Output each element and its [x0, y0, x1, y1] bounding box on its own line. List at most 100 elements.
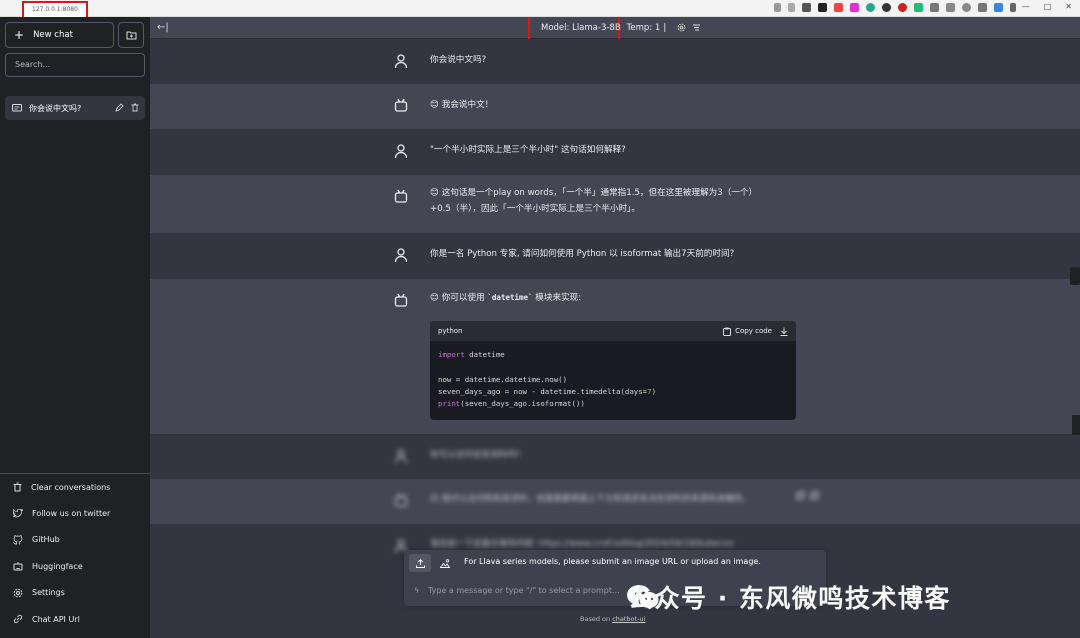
favorite-star-icon[interactable] — [788, 3, 795, 12]
search-input[interactable]: Search... — [5, 53, 145, 77]
extension-icon[interactable] — [834, 3, 843, 12]
chatbot-ui-link[interactable]: chatbot-ui — [612, 615, 645, 623]
sidebar-settings-list: Clear conversations Follow us on twitter… — [0, 473, 150, 632]
sidebar-item-clear-conversations[interactable]: Clear conversations — [0, 474, 150, 500]
code-text: ) — [651, 386, 657, 396]
close-icon[interactable]: ✕ — [1065, 2, 1072, 11]
bolt-icon[interactable]: ϟ — [414, 580, 419, 602]
scroll-handle[interactable] — [1070, 267, 1080, 285]
sidebar: + New chat Search... 你会说中文吗? Clear conve… — [0, 17, 150, 638]
extension-icon[interactable] — [914, 3, 923, 12]
sidebar-item-huggingface[interactable]: Huggingface — [0, 553, 150, 579]
trash-icon[interactable] — [131, 103, 139, 112]
clipboard-icon — [723, 327, 732, 336]
minimize-icon[interactable]: — — [1022, 2, 1030, 11]
message-intro-suffix: 模块来实现: — [532, 293, 582, 303]
copy-icon[interactable] — [810, 491, 819, 500]
message-row-user: 你会说中文吗? — [150, 39, 1080, 84]
robot-icon — [13, 562, 23, 571]
copy-code-label: Copy code — [735, 327, 772, 335]
download-icon[interactable] — [978, 3, 987, 12]
image-icon — [440, 558, 450, 568]
code-language: python — [438, 327, 463, 335]
history-icon[interactable] — [962, 3, 971, 12]
twitter-icon — [13, 509, 23, 518]
profile-icon[interactable] — [994, 3, 1003, 12]
sidebar-item-settings[interactable]: Settings — [0, 580, 150, 606]
sidebar-item-label: GitHub — [32, 535, 60, 545]
copy-icon[interactable] — [796, 491, 805, 500]
bot-avatar-icon — [394, 98, 408, 112]
footer-prefix: Based on — [580, 615, 613, 623]
link-icon — [13, 615, 23, 624]
code-block: python Copy code import datetime now = d… — [430, 321, 796, 421]
code-keyword: print — [438, 399, 461, 409]
font-size-icon[interactable] — [774, 3, 781, 12]
extension-icon[interactable] — [930, 3, 939, 12]
sidebar-item-label: Chat API Url — [32, 614, 80, 624]
conversation-item[interactable]: 你会说中文吗? — [5, 96, 145, 120]
extension-icon[interactable] — [898, 3, 907, 12]
bot-avatar-icon — [394, 189, 408, 203]
maximize-icon[interactable]: □ — [1044, 2, 1052, 11]
code-text: datetime — [464, 350, 505, 359]
collapse-sidebar-icon[interactable]: ←| — [157, 22, 169, 33]
message-intro: 😊 你可以使用 — [430, 293, 488, 303]
message-row-bot: 😊 这句话是一个play on words，「一个半」通常指1.5，但在这里被理… — [150, 175, 1080, 233]
code-text: seven_days_ago = now - datetime.timedelt… — [438, 386, 648, 396]
extension-icon[interactable] — [866, 3, 875, 12]
sidebar-item-chat-api-url[interactable]: Chat API Url — [0, 606, 150, 632]
scrollbar-thumb[interactable] — [1072, 415, 1080, 435]
code-actions: Copy code — [723, 323, 788, 339]
message-actions — [796, 491, 819, 500]
plus-icon: + — [14, 28, 25, 42]
code-line: import datetime — [438, 349, 788, 361]
image-url-button[interactable] — [434, 554, 456, 572]
message-text: 😊 我会说中文！ — [430, 100, 494, 110]
bot-avatar-icon — [394, 293, 408, 307]
trash-icon — [13, 482, 22, 492]
pencil-icon[interactable] — [115, 103, 124, 112]
message-text: 😊 这句话是一个play on words，「一个半」通常指1.5，但在这里被理… — [430, 185, 810, 217]
download-icon[interactable] — [780, 327, 788, 336]
user-avatar-icon — [394, 248, 408, 263]
sidebar-item-label: Settings — [32, 588, 65, 598]
address-bar-url[interactable]: 127.0.0.1:8080 — [32, 6, 78, 13]
watermark-text: 公众号 · 东风微鸣技术博客 — [628, 584, 951, 613]
upload-button[interactable] — [409, 554, 431, 572]
new-chat-button[interactable]: + New chat — [5, 22, 114, 48]
copy-code-button[interactable]: Copy code — [723, 323, 772, 339]
split-screen-icon[interactable] — [946, 3, 955, 12]
message-text: "一个半小时实际上是三个半小时" 这句话如何解释? — [430, 145, 626, 155]
code-line: seven_days_ago = now - datetime.timedelt… — [438, 386, 788, 398]
clear-lines-icon[interactable] — [692, 23, 701, 32]
message-text: 😊 我可以访问和检索资料，但我需要根据上下文和请求来决定资料的来源和准确性。 — [430, 494, 752, 504]
message-text: 你是一名 Python 专家, 请问如何使用 Python 以 isoforma… — [430, 249, 735, 259]
message-row-user: "一个半小时实际上是三个半小时" 这句话如何解释? — [150, 129, 1080, 175]
code-header: python Copy code — [430, 321, 796, 341]
message-text: 你可以访问这些资料吗? — [430, 450, 521, 460]
sidebar-item-label: Huggingface — [32, 561, 83, 571]
sidebar-item-github[interactable]: GitHub — [0, 527, 150, 553]
gear-icon[interactable] — [677, 23, 686, 32]
new-folder-button[interactable] — [118, 22, 144, 48]
extension-icon[interactable] — [818, 3, 827, 12]
new-chat-label: New chat — [33, 30, 73, 40]
message-line: 😊 这句话是一个play on words，「一个半」通常指1.5，但在这里被理… — [430, 188, 758, 198]
menu-dots-icon[interactable] — [1010, 3, 1016, 12]
sidebar-item-twitter[interactable]: Follow us on twitter — [0, 500, 150, 526]
extension-icon[interactable] — [850, 3, 859, 12]
llava-hint: For Llava series models, please submit a… — [464, 557, 761, 566]
extension-icon[interactable] — [882, 3, 891, 12]
user-avatar-icon — [394, 144, 408, 159]
extension-icon[interactable] — [802, 3, 811, 12]
footer-credit: Based on chatbot-ui — [580, 615, 645, 623]
temp-label[interactable]: Temp: 1 — [627, 23, 661, 33]
topbar-icons — [677, 23, 701, 33]
model-label[interactable]: Model: Llama-3-8B — [541, 23, 621, 33]
message-row-bot: 😊 我可以访问和检索资料，但我需要根据上下文和请求来决定资料的来源和准确性。 — [150, 479, 1080, 524]
message-row-bot: 😊 你可以使用 `datetime` 模块来实现: python Copy co… — [150, 279, 1080, 434]
window-controls: — □ ✕ — [1022, 2, 1072, 11]
chat-topbar: ←| Model: Llama-3-8B Temp: 1 | — [150, 17, 1080, 41]
